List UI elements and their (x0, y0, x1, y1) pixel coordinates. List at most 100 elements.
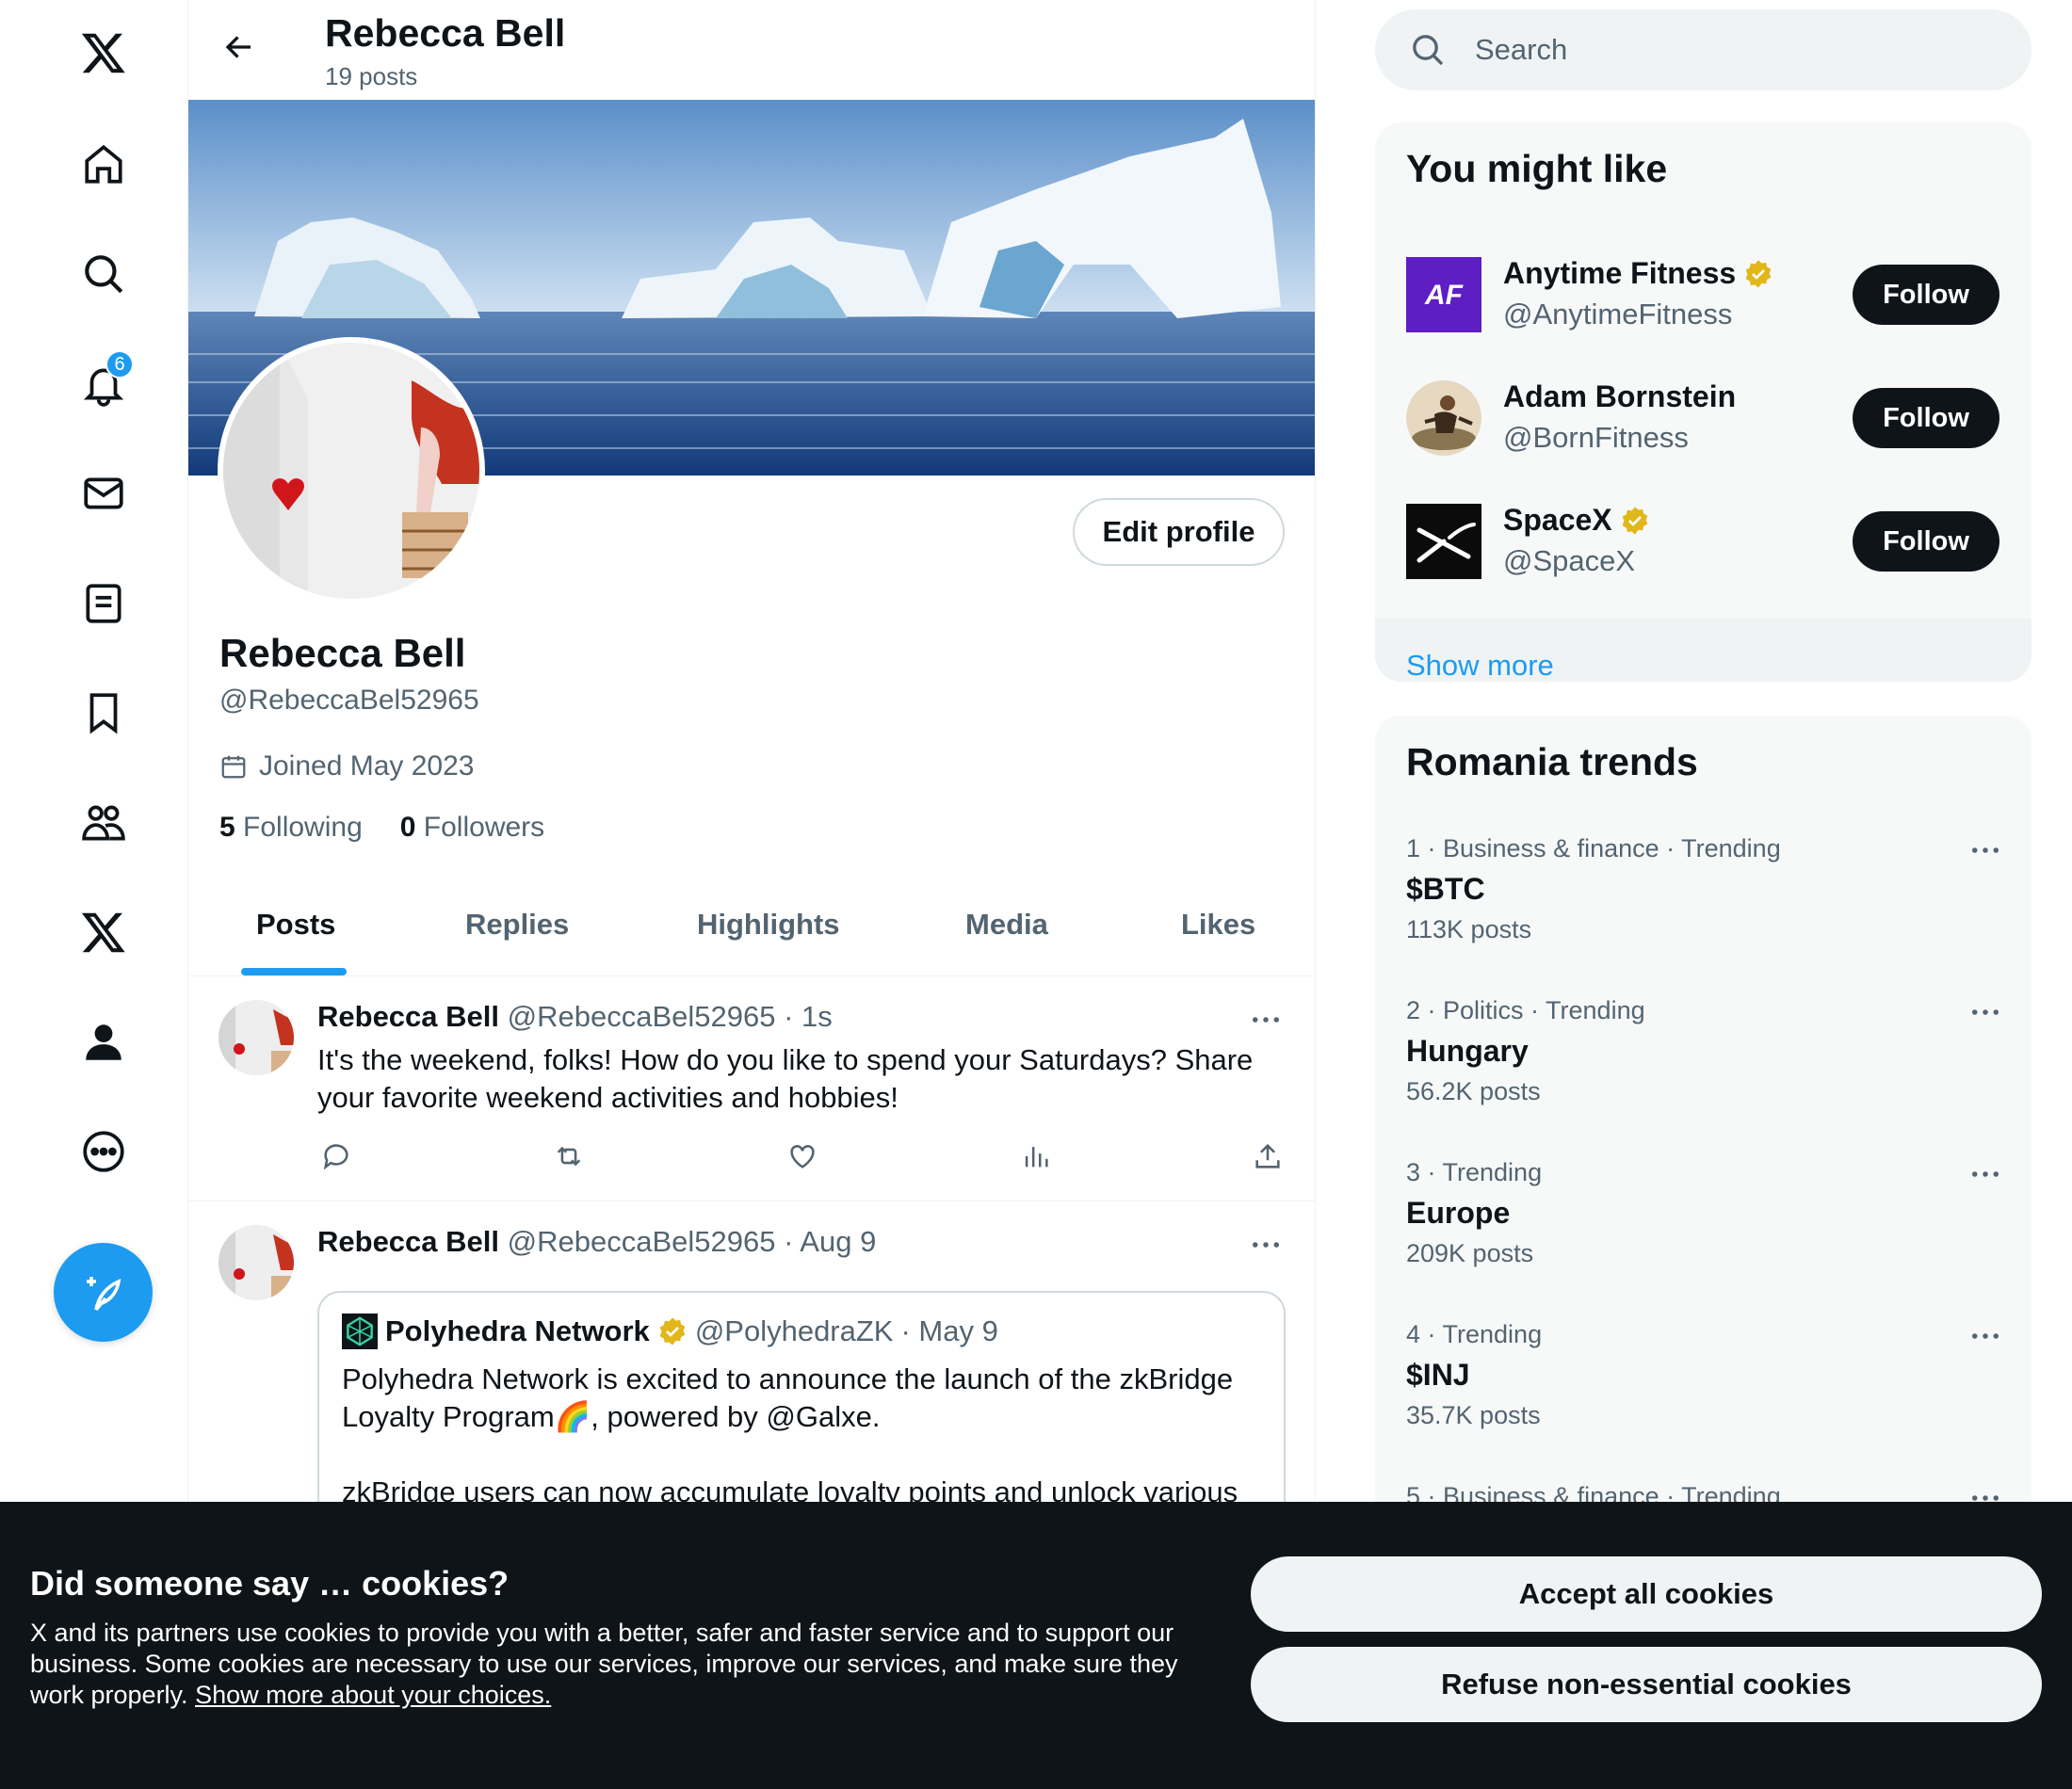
trend-meta: 2 · Politics · Trending (1406, 996, 1645, 1024)
suggestion-name[interactable]: Anytime Fitness (1503, 256, 1736, 291)
suggestion-name-row: Adam Bornstein (1503, 379, 1736, 414)
post-author-avatar[interactable] (219, 1225, 294, 1300)
header-posts-count: 19 posts (325, 62, 418, 90)
post-author-handle[interactable]: @RebeccaBel52965 (508, 1000, 776, 1033)
adam-bornstein-avatar[interactable] (1406, 380, 1481, 456)
trend-item[interactable]: 4 · Trending $INJ 35.7K posts (1375, 1320, 2032, 1482)
joined-date-text: Joined May 2023 (259, 750, 475, 782)
post-time[interactable]: · Aug 9 (784, 1225, 876, 1258)
suggestion-handle: @AnytimeFitness (1503, 298, 1733, 330)
followers-link[interactable]: 0 Followers (400, 812, 544, 844)
verified-badge-icon (1743, 259, 1773, 289)
search-bar[interactable] (1375, 9, 2032, 90)
x-logo-icon[interactable] (75, 24, 132, 81)
trend-meta: 3 · Trending (1406, 1158, 1543, 1186)
trend-item[interactable]: 1 · Business & finance · Trending $BTC 1… (1375, 834, 2032, 996)
post-item[interactable]: Rebecca Bell @RebeccaBel52965 · 1s It's … (188, 977, 1315, 1201)
followers-count: 0 (399, 812, 416, 843)
suggestion-item[interactable]: SpaceX @SpaceX Follow (1375, 482, 2032, 605)
followers-label: Followers (423, 812, 545, 843)
reply-icon[interactable] (317, 1137, 355, 1175)
post-time[interactable]: · 1s (784, 1000, 833, 1033)
suggestion-item[interactable]: AF Anytime Fitness @AnytimeFitness Follo… (1375, 235, 2032, 359)
polyhedra-logo-icon (342, 1314, 378, 1349)
svg-text:AF: AF (1424, 280, 1464, 311)
suggestion-name-row: SpaceX (1503, 503, 1650, 538)
cookie-title: Did someone say … cookies? (30, 1564, 510, 1603)
quoted-author-name[interactable]: Polyhedra Network (385, 1314, 650, 1348)
spacex-avatar[interactable] (1406, 504, 1481, 579)
explore-search-icon[interactable] (75, 246, 132, 302)
profile-tabs: Posts Replies Highlights Media Likes (188, 889, 1315, 976)
trend-item[interactable]: 3 · Trending Europe 209K posts (1375, 1158, 2032, 1320)
tab-media[interactable]: Media (965, 908, 1048, 942)
refuse-cookies-button[interactable]: Refuse non-essential cookies (1251, 1647, 2042, 1722)
trend-count: 35.7K posts (1406, 1401, 1541, 1429)
trend-more-icon[interactable] (1967, 1160, 2004, 1188)
repost-icon[interactable] (550, 1137, 588, 1175)
suggestion-name[interactable]: SpaceX (1503, 503, 1612, 538)
tab-replies[interactable]: Replies (465, 908, 569, 942)
search-icon (1413, 35, 1444, 66)
post-header: Rebecca Bell @RebeccaBel52965 · Aug 9 (317, 1225, 876, 1259)
tab-likes[interactable]: Likes (1181, 908, 1255, 942)
follow-button[interactable]: Follow (1853, 511, 1999, 572)
trend-more-icon[interactable] (1967, 998, 2004, 1026)
profile-handle: @RebeccaBel52965 (219, 685, 479, 716)
back-arrow-icon[interactable] (217, 24, 262, 70)
verified-badge-icon (1620, 506, 1650, 536)
communities-icon[interactable] (75, 795, 132, 851)
post-author-name[interactable]: Rebecca Bell (317, 1000, 499, 1033)
feather-plus-icon (86, 1276, 121, 1311)
who-to-follow-title: You might like (1406, 147, 1668, 190)
tab-posts[interactable]: Posts (256, 908, 335, 942)
suggestion-item[interactable]: Adam Bornstein @BornFitness Follow (1375, 359, 2032, 482)
post-author-name[interactable]: Rebecca Bell (317, 1225, 499, 1258)
show-more-link[interactable]: Show more (1375, 619, 2032, 682)
share-upload-icon[interactable] (1249, 1137, 1287, 1175)
quoted-post-time[interactable]: · May 9 (901, 1314, 998, 1348)
cookie-body: X and its partners use cookies to provid… (30, 1618, 1198, 1711)
lists-icon[interactable] (75, 575, 132, 632)
trend-name: $BTC (1406, 872, 1485, 906)
accept-cookies-button[interactable]: Accept all cookies (1251, 1556, 2042, 1632)
search-input[interactable] (1475, 33, 2002, 67)
premium-x-icon[interactable] (75, 904, 132, 960)
trend-more-icon[interactable] (1967, 1322, 2004, 1350)
bookmarks-icon[interactable] (75, 685, 132, 741)
trends-title: Romania trends (1406, 740, 1698, 783)
like-heart-icon[interactable] (784, 1137, 821, 1175)
calendar-icon (221, 755, 246, 779)
trend-item[interactable]: 2 · Politics · Trending Hungary 56.2K po… (1375, 996, 2032, 1158)
views-chart-icon[interactable] (1017, 1137, 1055, 1175)
verified-badge-icon (657, 1316, 688, 1346)
trend-more-icon[interactable] (1967, 836, 2004, 864)
more-circle-icon[interactable] (75, 1123, 132, 1180)
trend-meta: 1 · Business & finance · Trending (1406, 834, 1781, 862)
profile-avatar[interactable] (218, 337, 485, 604)
post-header: Rebecca Bell @RebeccaBel52965 · 1s (317, 1000, 833, 1034)
trends-card: Romania trends 1 · Business & finance · … (1375, 716, 2032, 1563)
post-author-avatar[interactable] (219, 1000, 294, 1075)
profile-person-icon[interactable] (75, 1014, 132, 1071)
cookie-more-link[interactable]: Show more about your choices. (195, 1681, 551, 1709)
post-more-icon[interactable] (1247, 1006, 1285, 1034)
suggestion-handle: @BornFitness (1503, 421, 1689, 454)
quoted-post-header: Polyhedra Network @PolyhedraZK · May 9 (342, 1314, 998, 1349)
messages-envelope-icon[interactable] (75, 465, 132, 522)
notification-badge: 6 (105, 350, 134, 379)
suggestion-name[interactable]: Adam Bornstein (1503, 379, 1736, 414)
profile-joined: Joined May 2023 (219, 750, 475, 782)
follow-button[interactable]: Follow (1853, 388, 1999, 448)
post-more-icon[interactable] (1247, 1231, 1285, 1259)
anytime-fitness-avatar[interactable]: AF (1406, 257, 1481, 332)
compose-post-button[interactable] (54, 1243, 153, 1342)
home-icon[interactable] (75, 137, 132, 193)
following-link[interactable]: 5 Following (219, 812, 363, 844)
quoted-post[interactable]: Polyhedra Network @PolyhedraZK · May 9 P… (317, 1291, 1286, 1536)
tab-highlights[interactable]: Highlights (697, 908, 840, 942)
quoted-author-handle[interactable]: @PolyhedraZK (695, 1314, 894, 1348)
post-author-handle[interactable]: @RebeccaBel52965 (508, 1225, 776, 1258)
edit-profile-button[interactable]: Edit profile (1073, 498, 1285, 566)
follow-button[interactable]: Follow (1853, 265, 1999, 325)
